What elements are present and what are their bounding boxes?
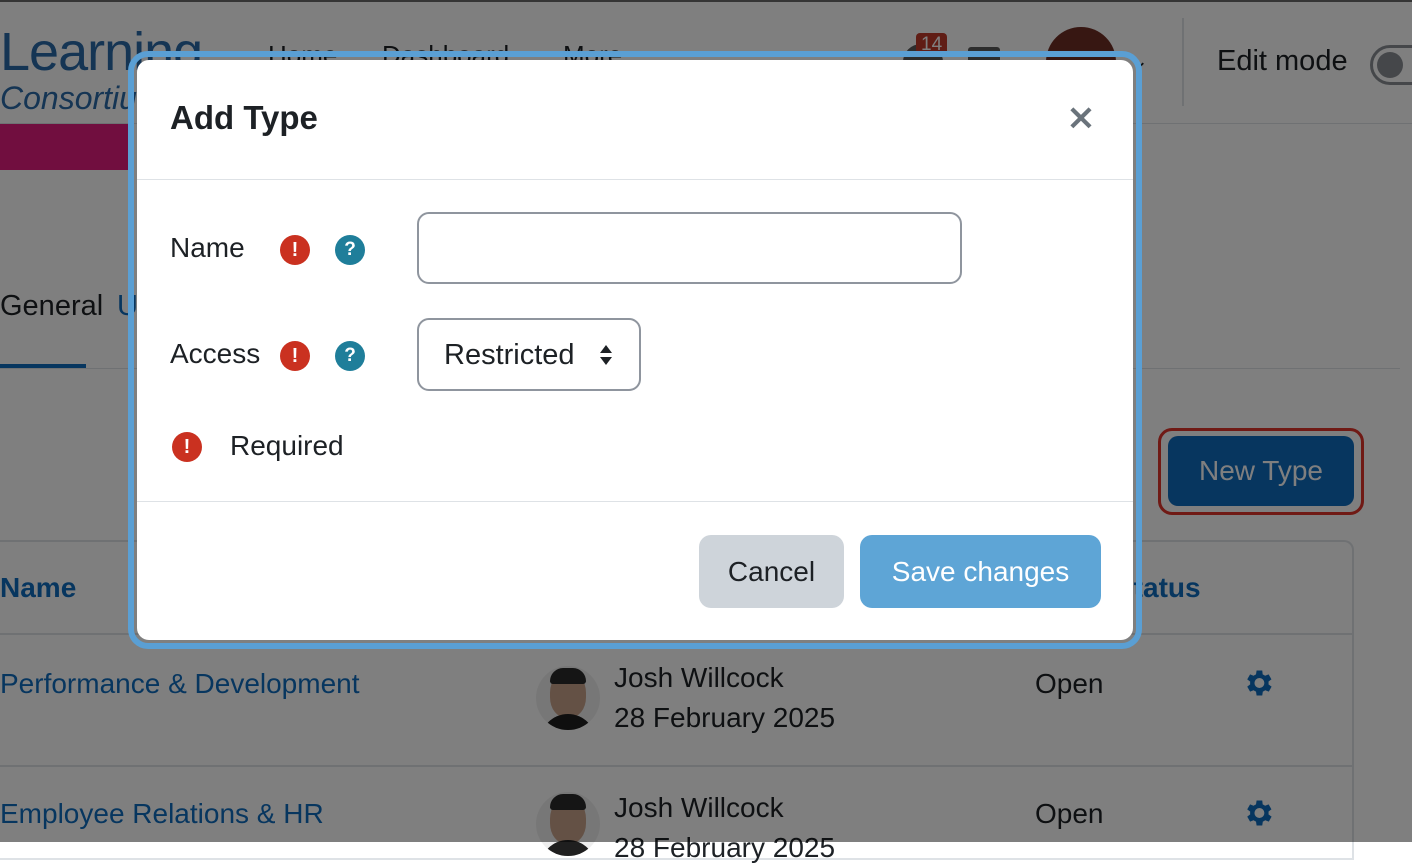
access-label: Access	[170, 338, 261, 369]
cancel-button[interactable]: Cancel	[699, 535, 844, 608]
access-select[interactable]: Restricted	[417, 318, 641, 391]
name-label: Name	[170, 232, 245, 263]
required-icon: !	[280, 341, 310, 371]
required-icon: !	[280, 235, 310, 265]
modal-header-divider	[137, 179, 1133, 180]
required-icon: !	[172, 432, 202, 462]
add-type-dialog: Add Type × Name ! ? Access ! ? Restricte…	[137, 60, 1133, 640]
save-changes-button[interactable]: Save changes	[860, 535, 1101, 608]
select-arrows-icon	[600, 345, 612, 365]
modal-title: Add Type	[170, 99, 318, 136]
help-icon[interactable]: ?	[335, 341, 365, 371]
name-input[interactable]	[417, 212, 962, 284]
modal-footer-divider	[137, 501, 1133, 502]
required-legend: Required	[230, 430, 344, 461]
help-icon[interactable]: ?	[335, 235, 365, 265]
access-selected-value: Restricted	[444, 339, 575, 371]
close-icon[interactable]: ×	[1061, 98, 1101, 138]
